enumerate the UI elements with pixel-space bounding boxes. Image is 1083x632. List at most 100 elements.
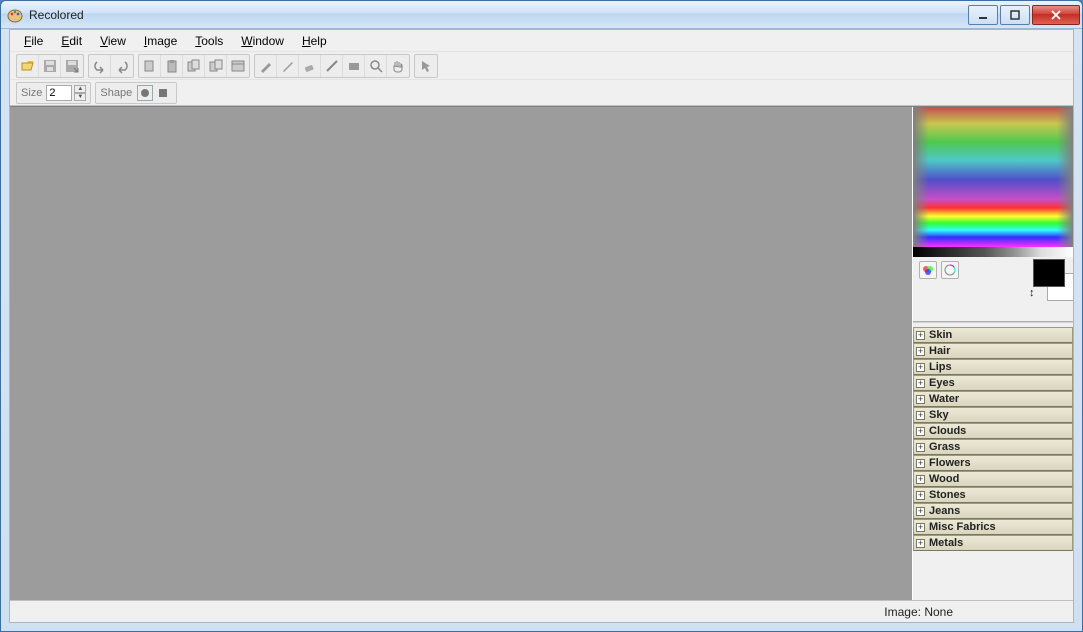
rect-tool-icon[interactable]	[343, 55, 365, 77]
category-row[interactable]: + Wood	[913, 471, 1073, 487]
save-icon[interactable]	[39, 55, 61, 77]
options-bar: Size ▲▼ Shape	[10, 80, 1073, 106]
size-control: Size ▲▼	[16, 82, 91, 104]
category-row[interactable]: + Flowers	[913, 455, 1073, 471]
menu-window[interactable]: Window	[233, 32, 292, 50]
copy-icon[interactable]	[139, 55, 161, 77]
expand-icon[interactable]: +	[916, 539, 925, 548]
menu-file[interactable]: File	[16, 32, 51, 50]
undo-icon[interactable]	[89, 55, 111, 77]
open-icon[interactable]	[17, 55, 39, 77]
status-bar: Image: None	[10, 600, 1073, 622]
color-wheel-hsv-icon[interactable]	[941, 261, 959, 279]
swap-colors-icon[interactable]: ↕	[1029, 287, 1035, 299]
project-icon[interactable]	[227, 55, 249, 77]
category-label: Grass	[929, 441, 960, 453]
expand-icon[interactable]: +	[916, 443, 925, 452]
category-label: Wood	[929, 473, 959, 485]
menu-help[interactable]: Help	[294, 32, 335, 50]
category-row[interactable]: + Clouds	[913, 423, 1073, 439]
category-label: Metals	[929, 537, 963, 549]
toolbar	[10, 52, 1073, 80]
size-input[interactable]	[46, 85, 72, 101]
category-row[interactable]: + Metals	[913, 535, 1073, 551]
shape-square-button[interactable]	[155, 85, 171, 101]
expand-icon[interactable]: +	[916, 395, 925, 404]
color-picker[interactable]	[913, 107, 1073, 247]
shape-round-button[interactable]	[137, 85, 153, 101]
category-row[interactable]: + Skin	[913, 327, 1073, 343]
category-label: Clouds	[929, 425, 966, 437]
status-image-label: Image:	[884, 605, 921, 619]
minimize-button[interactable]	[968, 5, 998, 25]
foreground-swatch[interactable]	[1033, 259, 1065, 287]
category-label: Stones	[929, 489, 966, 501]
category-row[interactable]: + Eyes	[913, 375, 1073, 391]
window-title: Recolored	[29, 8, 966, 22]
shape-label: Shape	[100, 87, 132, 99]
category-row[interactable]: + Hair	[913, 343, 1073, 359]
pointer-icon[interactable]	[415, 55, 437, 77]
expand-icon[interactable]: +	[916, 331, 925, 340]
color-picker-panel: ↕	[913, 107, 1073, 317]
layers-icon[interactable]	[205, 55, 227, 77]
line-icon[interactable]	[321, 55, 343, 77]
client-area: File Edit View Image Tools Window Help	[9, 29, 1074, 623]
side-panel: ↕ +Skin+Hair+Lips+Eyes+Water+Sky+Clouds+…	[913, 107, 1073, 600]
maximize-button[interactable]	[1000, 5, 1030, 25]
expand-icon[interactable]: +	[916, 411, 925, 420]
expand-icon[interactable]: +	[916, 507, 925, 516]
expand-icon[interactable]: +	[916, 379, 925, 388]
category-row[interactable]: + Misc Fabrics	[913, 519, 1073, 535]
expand-icon[interactable]: +	[916, 475, 925, 484]
status-image-value: None	[924, 605, 953, 619]
expand-icon[interactable]: +	[916, 491, 925, 500]
menubar: File Edit View Image Tools Window Help	[10, 30, 1073, 52]
category-label: Flowers	[929, 457, 971, 469]
save-as-icon[interactable]	[61, 55, 83, 77]
expand-icon[interactable]: +	[916, 363, 925, 372]
category-row[interactable]: + Stones	[913, 487, 1073, 503]
category-row[interactable]: + Water	[913, 391, 1073, 407]
size-spinner[interactable]: ▲▼	[74, 85, 86, 101]
redo-icon[interactable]	[111, 55, 133, 77]
category-row[interactable]: + Grass	[913, 439, 1073, 455]
menu-view[interactable]: View	[92, 32, 134, 50]
shape-control: Shape	[95, 82, 177, 104]
category-label: Skin	[929, 329, 952, 341]
app-icon	[7, 7, 23, 23]
zoom-icon[interactable]	[365, 55, 387, 77]
close-button[interactable]	[1032, 5, 1080, 25]
app-window: Recolored File Edit View Image Tools Win…	[0, 0, 1083, 632]
expand-icon[interactable]: +	[916, 347, 925, 356]
category-label: Hair	[929, 345, 950, 357]
menu-image[interactable]: Image	[136, 32, 185, 50]
category-list: +Skin+Hair+Lips+Eyes+Water+Sky+Clouds+Gr…	[913, 327, 1073, 600]
category-label: Water	[929, 393, 959, 405]
menu-edit[interactable]: Edit	[53, 32, 90, 50]
category-label: Lips	[929, 361, 952, 373]
expand-icon[interactable]: +	[916, 523, 925, 532]
titlebar[interactable]: Recolored	[1, 1, 1082, 29]
expand-icon[interactable]: +	[916, 459, 925, 468]
category-row[interactable]: + Jeans	[913, 503, 1073, 519]
brush-icon[interactable]	[255, 55, 277, 77]
duplicate-icon[interactable]	[183, 55, 205, 77]
expand-icon[interactable]: +	[916, 427, 925, 436]
panel-separator	[913, 321, 1073, 323]
hand-icon[interactable]	[387, 55, 409, 77]
grayscale-strip[interactable]	[913, 247, 1073, 257]
category-row[interactable]: + Lips	[913, 359, 1073, 375]
swatch-area: ↕	[1033, 259, 1065, 287]
category-label: Eyes	[929, 377, 955, 389]
color-wheel-rgb-icon[interactable]	[919, 261, 937, 279]
category-label: Jeans	[929, 505, 960, 517]
menu-tools[interactable]: Tools	[187, 32, 231, 50]
category-label: Misc Fabrics	[929, 521, 996, 533]
category-row[interactable]: +Sky	[913, 407, 1073, 423]
paste-icon[interactable]	[161, 55, 183, 77]
canvas[interactable]	[10, 107, 913, 600]
pencil-icon[interactable]	[277, 55, 299, 77]
eraser-icon[interactable]	[299, 55, 321, 77]
window-controls	[966, 5, 1080, 25]
